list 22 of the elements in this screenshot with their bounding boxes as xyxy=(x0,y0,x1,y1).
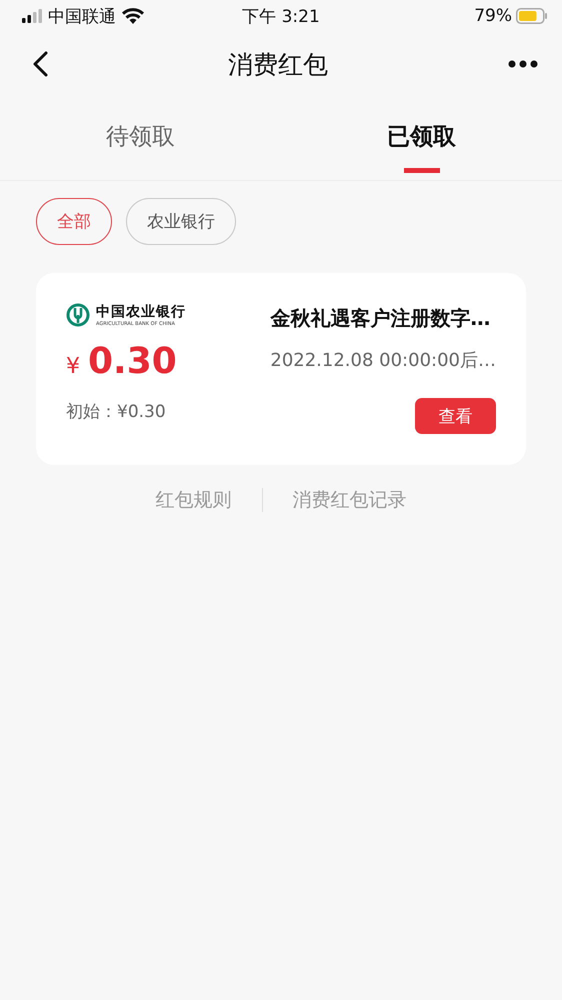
filter-chip[interactable]: 全部 xyxy=(36,198,112,245)
wifi-icon xyxy=(122,8,144,24)
rules-link[interactable]: 红包规则 xyxy=(156,487,232,513)
filter-chip[interactable]: 农业银行 xyxy=(126,198,236,245)
back-icon[interactable] xyxy=(32,51,48,77)
coupon-title: 金秋礼遇客户注册数字… xyxy=(270,305,492,332)
battery-percentage: 79% xyxy=(474,6,512,26)
coupon-validity: 2022.12.08 00:00:00后… xyxy=(270,349,496,372)
bank-name: 中国农业银行 xyxy=(96,303,186,321)
signal-icon xyxy=(22,9,42,23)
tab[interactable]: 待领取 xyxy=(0,96,281,180)
view-button[interactable]: 查看 xyxy=(415,398,496,434)
initial-amount: 初始：¥0.30 xyxy=(66,401,167,423)
currency-symbol: ¥ xyxy=(66,354,80,379)
bank-logo-icon xyxy=(66,303,90,327)
carrier-name: 中国联通 xyxy=(48,6,116,28)
records-link[interactable]: 消费红包记录 xyxy=(292,487,406,513)
coupon-amount: 0.30 xyxy=(88,341,177,382)
page-title: 消费红包 xyxy=(227,48,329,80)
status-time: 下午 3:21 xyxy=(241,6,321,28)
tab[interactable]: 已领取 xyxy=(281,96,562,180)
more-icon[interactable] xyxy=(508,60,538,68)
